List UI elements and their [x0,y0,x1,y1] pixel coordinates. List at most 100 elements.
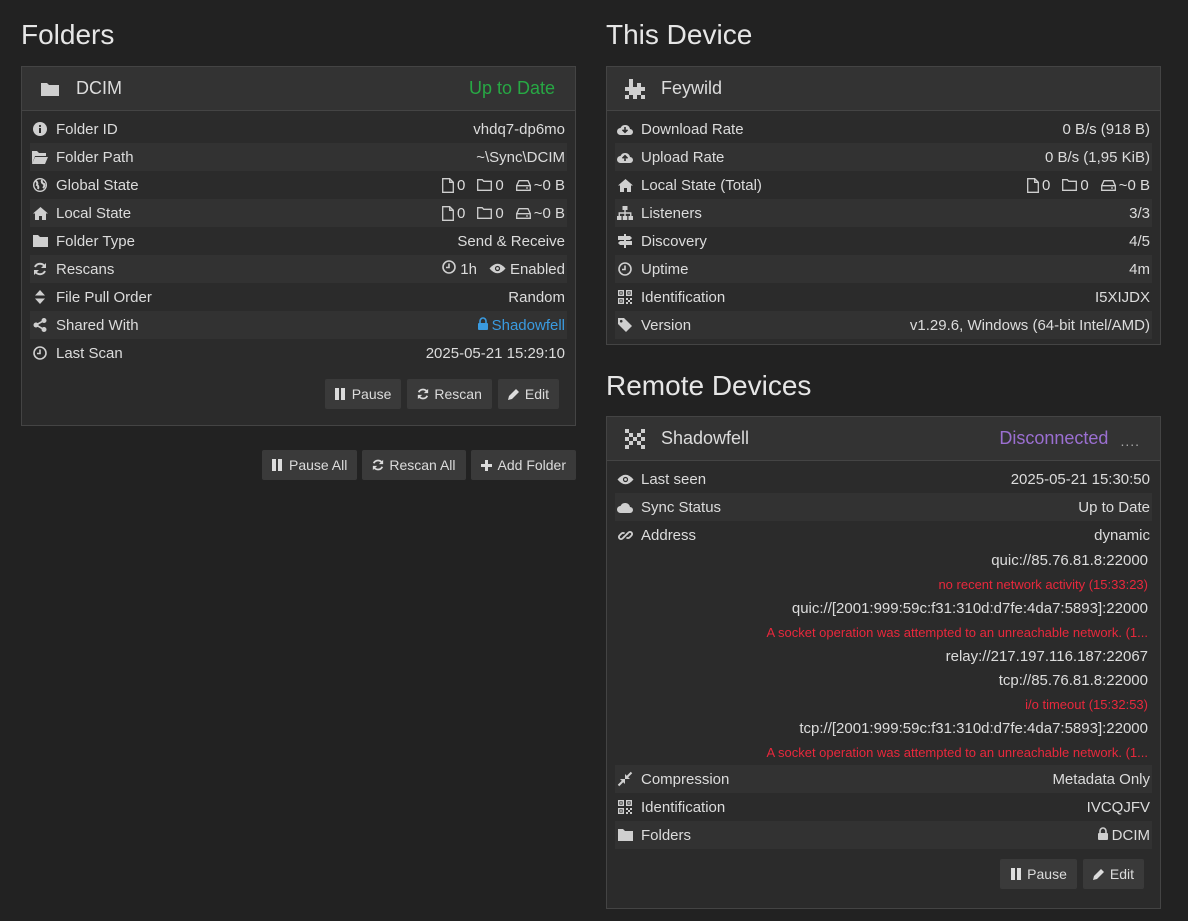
compress-icon [617,771,633,787]
qrcode-icon [617,289,633,305]
label: Shared With [56,316,139,334]
remote-devices-heading: Remote Devices [606,370,812,401]
rescan-folder-button[interactable]: Rescan [407,379,492,409]
edit-label: Edit [1109,866,1134,882]
pause-label: Pause [351,386,392,402]
uptime-value: 4m [1129,260,1150,278]
pencil-icon [1092,868,1105,880]
clock-icon [32,345,48,361]
row-folder-type: Folder Type Send & Receive [30,227,567,255]
rescans-value: 1h Enabled [442,260,565,278]
row-uptime: Uptime 4m [615,255,1152,283]
folder-panel: DCIM Up to Date Folder ID vhdq7-dp6mo Fo… [21,66,576,426]
folder-id-value: vhdq7-dp6mo [473,120,565,138]
watch-status: Enabled [509,260,565,278]
cloud-icon [617,499,633,515]
row-local-state: Local State 0 0 ~0 B [30,199,567,227]
remote-device-header[interactable]: Shadowfell Disconnected .... [607,417,1160,461]
address-value: dynamic [1094,526,1150,544]
pull-order-value: Random [508,288,565,306]
dirs-count: 0 [495,176,504,194]
folder-outline-icon [477,179,493,191]
folder-type-value: Send & Receive [457,232,565,250]
dirs-count: 0 [495,204,504,222]
address-line: quic://[2001:999:59c:f31:310d:d7fe:4da7:… [791,600,1148,617]
label: Sync Status [641,498,722,516]
tag-icon [617,317,633,333]
folder-path-value: ~\Sync\DCIM [476,148,565,166]
device-id-link[interactable]: I5XIJDX [1095,289,1150,306]
lock-icon [1097,826,1108,844]
row-compression: Compression Metadata Only [615,765,1152,793]
label: File Pull Order [56,288,152,306]
pause-label: Pause [1027,866,1067,882]
pause-device-button[interactable]: Pause [1000,859,1077,889]
download-rate-value: 0 B/s (918 B) [1062,120,1150,138]
label: Compression [641,770,730,788]
folder-icon [32,233,48,249]
edit-folder-button[interactable]: Edit [497,379,559,409]
folders-heading: Folders [21,19,115,50]
last-seen-value: 2025-05-21 15:30:50 [1010,470,1150,488]
this-device-heading: This Device [606,19,753,50]
eye-icon [489,261,506,278]
edit-device-button[interactable]: Edit [1082,859,1144,889]
row-listeners: Listeners 3/3 [615,199,1152,227]
label: Identification [641,288,726,306]
local-state-total-value: 0 0 ~0 B [1019,177,1150,194]
remote-device-name: Shadowfell [661,428,750,448]
rescan-all-label: Rescan All [389,457,456,473]
files-count: 0 [1042,176,1051,194]
signpost-icon [617,233,633,249]
more-indicator: .... [1120,432,1140,449]
address-error: A socket operation was attempted to an u… [766,745,1148,760]
listeners-value[interactable]: 3/3 [1129,205,1150,222]
label: Last seen [641,470,707,488]
this-device-header[interactable]: Feywild [607,67,1160,111]
share-icon [32,317,48,333]
row-rescans: Rescans 1h Enabled [30,255,567,283]
discovery-value[interactable]: 4/5 [1129,233,1150,250]
label: Folder Type [56,232,135,250]
row-sync-status: Sync Status Up to Date [615,493,1152,521]
label: Identification [641,798,726,816]
shared-device-link[interactable]: Shadowfell [492,317,565,334]
files-count: 0 [457,176,466,194]
remote-device-details: Last seen 2025-05-21 15:30:50 Sync Statu… [607,461,1160,853]
hdd-icon [515,179,531,191]
size-value: ~0 B [1118,176,1150,194]
pause-icon [272,459,284,471]
remote-device-id-link[interactable]: IVCQJFV [1087,799,1150,816]
address-error: A socket operation was attempted to an u… [766,625,1148,640]
label: Uptime [641,260,689,278]
this-device-name: Feywild [661,78,723,98]
refresh-icon [372,459,384,471]
folder-panel-header[interactable]: DCIM Up to Date [22,67,575,111]
row-address: Address dynamic [615,521,1152,549]
label: Last Scan [56,344,123,362]
sort-icon [32,289,48,305]
folder-details: Folder ID vhdq7-dp6mo Folder Path ~\Sync… [22,111,575,371]
address-error: no recent network activity (15:33:23) [938,577,1148,592]
pause-all-button[interactable]: Pause All [261,450,358,480]
files-count: 0 [457,204,466,222]
globe-icon [32,177,48,193]
folder-outline-icon [477,207,493,219]
shared-folder-name: DCIM [1111,826,1150,844]
add-folder-button[interactable]: Add Folder [470,450,576,480]
pause-folder-button[interactable]: Pause [324,379,402,409]
version-value: v1.29.6, Windows (64-bit Intel/AMD) [909,316,1150,334]
upload-rate-value: 0 B/s (1,95 KiB) [1044,148,1150,166]
rescan-all-button[interactable]: Rescan All [362,450,466,480]
label: Rescans [56,260,115,278]
info-icon [32,121,48,137]
remote-device-buttons: Pause Edit [607,853,1160,901]
label: Discovery [641,232,707,250]
dirs-count: 0 [1080,176,1089,194]
row-remote-identification: Identification IVCQJFV [615,793,1152,821]
label: Local State [56,204,132,222]
label: Folders [641,826,692,844]
local-state-value: 0 0 ~0 B [434,205,565,222]
sync-status-value: Up to Date [1078,498,1150,516]
row-pull-order: File Pull Order Random [30,283,567,311]
